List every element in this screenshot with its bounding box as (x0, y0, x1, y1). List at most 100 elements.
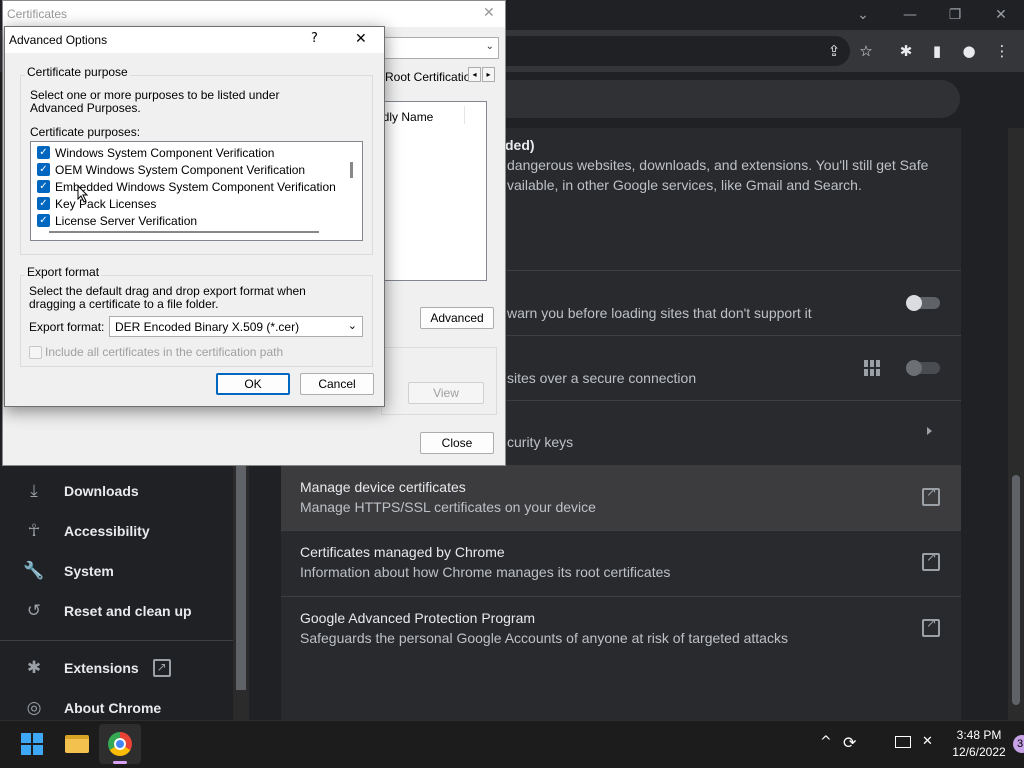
side-panel-icon[interactable]: ▮ (926, 40, 948, 62)
purpose-label: Key Pack Licenses (55, 196, 157, 211)
clock-date[interactable]: 12/6/2022 (946, 745, 1012, 759)
start-icon[interactable] (21, 733, 43, 755)
sidebar-item-label: System (64, 563, 114, 579)
tab-scroll-right-icon[interactable]: ▸ (482, 67, 495, 82)
tab-root-certification[interactable]: Root Certification (385, 70, 477, 84)
export-format-label: Export format: (29, 320, 105, 334)
chrome-icon (108, 732, 132, 756)
close-icon[interactable]: ✕ (483, 5, 495, 21)
manage-certificates-title[interactable]: Manage device certificates (300, 479, 466, 495)
sidebar-item-label: About Chrome (64, 700, 162, 716)
chrome-icon: ◎ (26, 698, 42, 718)
clock-time[interactable]: 3:48 PM (946, 728, 1012, 742)
chrome-certificates-desc: Information about how Chrome manages its… (300, 564, 671, 580)
view-button[interactable]: View (408, 382, 484, 404)
sidebar-scrollbar-thumb[interactable] (236, 460, 246, 690)
close-icon[interactable]: ✕ (355, 31, 367, 47)
list-item[interactable]: ✓ Windows System Component Verification (31, 144, 341, 161)
sidebar-divider (0, 640, 233, 641)
mouse-cursor-icon (77, 185, 89, 203)
purpose-label: OEM Windows System Component Verificatio… (55, 162, 306, 177)
tab-search-icon[interactable]: ⌄ (851, 4, 875, 26)
network-icon[interactable] (895, 736, 911, 748)
ok-button[interactable]: OK (216, 373, 290, 395)
open-in-new-icon[interactable] (922, 485, 940, 506)
puzzle-icon: ✱ (26, 658, 42, 678)
export-format-value: DER Encoded Binary X.509 (*.cer) (115, 320, 300, 334)
toggle-knob (906, 295, 922, 311)
enhanced-protection-desc: dangerous websites, downloads, and exten… (507, 157, 929, 173)
chevron-down-icon: ⌄ (485, 41, 494, 52)
advanced-protection-title[interactable]: Google Advanced Protection Program (300, 610, 535, 626)
share-icon[interactable]: ⇪ (823, 40, 845, 62)
list-item[interactable]: ✓ License Server Verification (31, 212, 341, 229)
close-button[interactable]: Close (420, 432, 494, 454)
notification-badge[interactable]: 3 (1013, 735, 1024, 753)
sidebar-item-label: Reset and clean up (64, 603, 192, 619)
chevron-down-icon: ⌄ (347, 319, 357, 332)
close-window-button[interactable]: ✕ (989, 4, 1013, 26)
open-in-new-icon[interactable] (922, 550, 940, 571)
sidebar-item-downloads[interactable]: ⤓ Downloads (0, 471, 235, 511)
checkbox-checked[interactable]: ✓ (37, 197, 50, 210)
sidebar-item-label: Extensions (64, 660, 139, 676)
list-vertical-scrollbar-thumb[interactable] (350, 162, 353, 178)
open-in-new-icon: ↗ (152, 659, 171, 677)
secure-dns-toggle[interactable] (906, 360, 940, 376)
purpose-label: License Server Verification (55, 213, 198, 228)
wrench-icon: 🔧 (23, 561, 45, 581)
list-item[interactable]: ✓ OEM Windows System Component Verificat… (31, 161, 341, 178)
export-format-select[interactable]: DER Encoded Binary X.509 (*.cer) ⌄ (109, 316, 363, 337)
certificate-purposes-label: Certificate purposes: (30, 125, 141, 139)
sidebar-item-accessibility[interactable]: ☥ Accessibility (0, 511, 235, 551)
purpose-label: Embedded Windows System Component Verifi… (55, 179, 336, 194)
advanced-button[interactable]: Advanced (420, 307, 494, 329)
chrome-menu-icon[interactable]: ⋮ (991, 40, 1013, 62)
security-keys-title[interactable]: curity keys (507, 434, 573, 450)
minimize-button[interactable]: — (898, 4, 922, 26)
chrome-taskbar-button[interactable] (99, 724, 141, 764)
intended-purpose-combo[interactable]: ⌄ (381, 37, 499, 59)
main-scrollbar-thumb[interactable] (1012, 475, 1020, 705)
accessibility-icon: ☥ (27, 521, 41, 541)
help-icon[interactable]: ? (311, 31, 318, 46)
checkbox-checked[interactable]: ✓ (37, 163, 50, 176)
certificates-titlebar: Certificates ✕ (3, 1, 505, 27)
file-explorer-icon[interactable] (65, 735, 89, 753)
https-first-toggle[interactable] (906, 295, 940, 311)
checkbox-checked[interactable]: ✓ (37, 146, 50, 159)
manage-certificates-desc: Manage HTTPS/SSL certificates on your de… (300, 499, 596, 515)
bookmark-star-icon[interactable]: ☆ (855, 40, 877, 62)
checkbox-checked[interactable]: ✓ (37, 180, 50, 193)
profile-icon[interactable]: ● (958, 40, 980, 62)
tray-overflow-icon[interactable]: ^ (820, 734, 832, 750)
row-divider (281, 530, 961, 531)
cancel-button[interactable]: Cancel (300, 373, 374, 395)
sidebar-item-extensions[interactable]: ✱ Extensions ↗ (0, 648, 235, 688)
chevron-right-icon[interactable] (927, 427, 932, 435)
certificate-purpose-group-label: Certificate purpose (25, 65, 130, 79)
certificate-purposes-group (381, 347, 497, 415)
include-all-checkbox[interactable] (29, 345, 42, 359)
enhanced-protection-desc: vailable, in other Google services, like… (507, 177, 862, 193)
advanced-options-titlebar: Advanced Options ? ✕ (5, 27, 384, 53)
open-in-new-icon[interactable] (922, 616, 940, 637)
certificate-list[interactable]: ndly Name (376, 101, 487, 281)
checkbox-checked[interactable]: ✓ (37, 214, 50, 227)
volume-muted-icon[interactable]: ✕ (922, 734, 933, 749)
chrome-certificates-title[interactable]: Certificates managed by Chrome (300, 544, 505, 560)
restore-button[interactable]: ❐ (943, 4, 967, 26)
sidebar-item-reset[interactable]: ↺ Reset and clean up (0, 591, 235, 631)
sync-icon[interactable]: ⟳ (843, 733, 856, 752)
tab-scroll-left-icon[interactable]: ◂ (468, 67, 481, 82)
https-first-desc: warn you before loading sites that don't… (507, 305, 812, 321)
extensions-icon[interactable]: ✱ (895, 40, 917, 62)
download-icon: ⤓ (30, 481, 38, 501)
sidebar-item-system[interactable]: 🔧 System (0, 551, 235, 591)
sidebar-item-label: Accessibility (64, 523, 150, 539)
purpose-label: Windows System Component Verification (55, 145, 275, 160)
include-all-checkbox-row[interactable]: Include all certificates in the certific… (29, 345, 283, 359)
manage-certificates-row[interactable] (281, 465, 961, 530)
certificates-title: Certificates (7, 7, 68, 21)
list-horizontal-scrollbar-thumb[interactable] (49, 231, 319, 233)
